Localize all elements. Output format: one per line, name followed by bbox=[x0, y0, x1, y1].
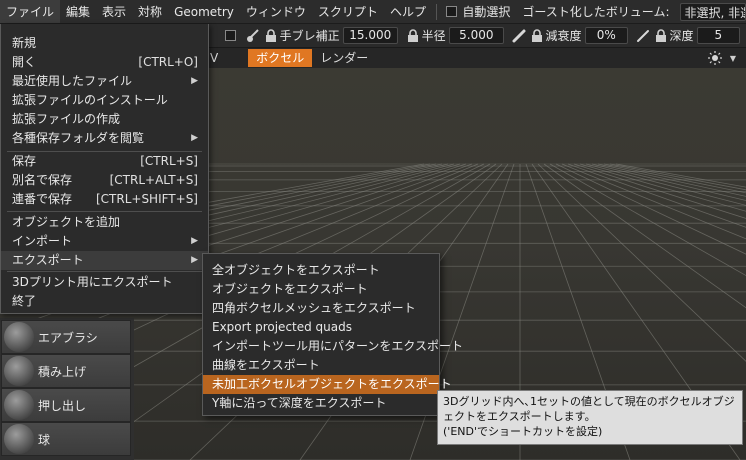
tool-extrude[interactable]: 押し出し bbox=[1, 388, 131, 422]
lock-icon[interactable] bbox=[262, 27, 280, 45]
menu-item-export-projected-quads[interactable]: Export projected quads bbox=[203, 318, 439, 337]
smoothing-label: 手ブレ補正 bbox=[279, 29, 340, 43]
open-shortcut: [CTRL+O] bbox=[138, 55, 198, 69]
sphere-thumbnail-icon bbox=[4, 424, 34, 454]
tool-airbrush[interactable]: エアブラシ bbox=[1, 320, 131, 354]
auto-select-toggle[interactable]: 自動選択 bbox=[440, 3, 516, 20]
chevron-right-icon: ▶ bbox=[191, 255, 198, 265]
menu-item-incremental-save[interactable]: 連番で保存 [CTRL+SHIFT+S] bbox=[1, 190, 208, 209]
radius-input[interactable]: 5.000 bbox=[448, 27, 504, 44]
menu-file[interactable]: ファイル bbox=[0, 0, 61, 23]
menu-item-add-object[interactable]: オブジェクトを追加 bbox=[1, 213, 208, 232]
ghost-volume-label: ゴースト化したボリューム: bbox=[522, 5, 670, 19]
export-submenu: 全オブジェクトをエクスポート オブジェクトをエクスポート 四角ボクセルメッシュを… bbox=[202, 253, 463, 416]
chevron-right-icon: ▶ bbox=[191, 236, 198, 246]
tooltip: 3Dグリッド内へ､1セットの値として現在のボクセルオブジ ェクトをエクスポートし… bbox=[437, 390, 743, 445]
menu-bar: ファイル 編集 表示 対称 Geometry ウィンドウ スクリプト ヘルプ 自… bbox=[0, 0, 746, 24]
pen-icon[interactable] bbox=[634, 27, 652, 45]
chevron-right-icon: ▶ bbox=[191, 133, 198, 143]
menu-separator bbox=[7, 271, 202, 272]
menu-item-export-curves[interactable]: 曲線をエクスポート bbox=[203, 356, 439, 375]
menu-item-install-extension[interactable]: 拡張ファイルのインストール bbox=[1, 91, 208, 110]
menu-item-export-pattern-for-import-tool[interactable]: インポートツール用にパターンをエクスポート bbox=[203, 337, 463, 356]
menu-item-export-depth-along-y[interactable]: Y軸に沿って深度をエクスポート bbox=[203, 394, 439, 413]
falloff-input[interactable]: 0% bbox=[584, 27, 628, 44]
menu-item-new[interactable]: 新規 bbox=[1, 34, 208, 53]
tool-label: エアブラシ bbox=[38, 330, 98, 345]
save-as-shortcut: [CTRL+ALT+S] bbox=[109, 173, 198, 187]
auto-select-label: 自動選択 bbox=[462, 5, 511, 19]
tab-render[interactable]: レンダー bbox=[312, 49, 376, 67]
chevron-down-icon[interactable]: ▼ bbox=[724, 49, 742, 67]
tool-sphere[interactable]: 球 bbox=[1, 422, 131, 456]
buildup-thumbnail-icon bbox=[4, 356, 34, 386]
ghost-volume-dropdown[interactable]: 非選択, 非選 bbox=[679, 2, 746, 21]
airbrush-thumbnail-icon bbox=[4, 322, 34, 352]
menu-separator bbox=[7, 211, 202, 212]
lock-icon[interactable] bbox=[652, 27, 670, 45]
tool-label: 球 bbox=[38, 432, 51, 447]
menu-help[interactable]: ヘルプ bbox=[384, 0, 432, 23]
menu-item-create-extension[interactable]: 拡張ファイルの作成 bbox=[1, 110, 208, 129]
tooltip-line: ェクトをエクスポートします。 bbox=[443, 410, 596, 423]
pen-icon[interactable] bbox=[510, 27, 528, 45]
tooltip-line: 3Dグリッド内へ､1セットの値として現在のボクセルオブジ bbox=[443, 395, 735, 408]
menu-item-quit[interactable]: 終了 bbox=[1, 292, 208, 311]
menu-window[interactable]: ウィンドウ bbox=[240, 0, 312, 23]
tooltip-line: ('END'でショートカットを設定) bbox=[443, 425, 603, 438]
menu-item-export-all-objects[interactable]: 全オブジェクトをエクスポート bbox=[203, 261, 439, 280]
menu-item-import[interactable]: インポート ▶ bbox=[1, 232, 208, 251]
menu-item-open[interactable]: 開く [CTRL+O] bbox=[1, 53, 208, 72]
incremental-save-shortcut: [CTRL+SHIFT+S] bbox=[95, 192, 198, 206]
file-menu-dropdown: 新規 開く [CTRL+O] 最近使用したファイル ▶ 拡張ファイルのインストール … bbox=[0, 24, 209, 314]
menu-item-export-3d-print[interactable]: 3Dプリント用にエクスポート bbox=[1, 273, 208, 292]
tool-label: 押し出し bbox=[38, 398, 87, 413]
falloff-label: 減衰度 bbox=[545, 29, 582, 43]
extrude-thumbnail-icon bbox=[4, 390, 34, 420]
auto-select-checkbox[interactable] bbox=[446, 6, 458, 17]
lock-icon[interactable] bbox=[404, 27, 422, 45]
menu-item-save-as[interactable]: 別名で保存 [CTRL+ALT+S] bbox=[1, 171, 208, 190]
menu-item-export-raw-voxels[interactable]: 未加工ボクセルオブジェクトをエクスポート bbox=[203, 375, 452, 394]
tool-label: 積み上げ bbox=[38, 364, 87, 379]
smoothing-input[interactable]: 15.000 bbox=[342, 27, 398, 44]
tool-panel: エアブラシ 積み上げ 押し出し 球 bbox=[0, 318, 134, 460]
tab-voxels[interactable]: ボクセル bbox=[248, 49, 313, 67]
radius-label: 半径 bbox=[421, 29, 446, 43]
tool-buildup[interactable]: 積み上げ bbox=[1, 354, 131, 388]
brush-lock-icon[interactable] bbox=[244, 27, 262, 45]
menu-item-recent[interactable]: 最近使用したファイル ▶ bbox=[1, 72, 208, 91]
menu-script[interactable]: スクリプト bbox=[312, 0, 384, 23]
menu-item-export[interactable]: エクスポート ▶ bbox=[1, 251, 208, 270]
menu-item-export-quad-voxel-mesh[interactable]: 四角ボクセルメッシュをエクスポート bbox=[203, 299, 439, 318]
menu-view[interactable]: 表示 bbox=[96, 0, 132, 23]
depth-label: 深度 bbox=[669, 29, 694, 43]
smoothing-checkbox[interactable] bbox=[225, 30, 237, 41]
menu-item-export-object[interactable]: オブジェクトをエクスポート bbox=[203, 280, 439, 299]
save-shortcut: [CTRL+S] bbox=[140, 154, 198, 168]
menu-geometry[interactable]: Geometry bbox=[168, 0, 240, 23]
menu-symmetry[interactable]: 対称 bbox=[132, 0, 168, 23]
menu-item-browse-folders[interactable]: 各種保存フォルダを閲覧 ▶ bbox=[1, 129, 208, 148]
sun-icon[interactable] bbox=[706, 49, 724, 67]
depth-input[interactable]: 5 bbox=[696, 27, 740, 44]
lock-icon[interactable] bbox=[528, 27, 546, 45]
chevron-right-icon: ▶ bbox=[191, 76, 198, 86]
menu-item-save[interactable]: 保存 [CTRL+S] bbox=[1, 152, 208, 171]
menu-edit[interactable]: 編集 bbox=[60, 0, 96, 23]
